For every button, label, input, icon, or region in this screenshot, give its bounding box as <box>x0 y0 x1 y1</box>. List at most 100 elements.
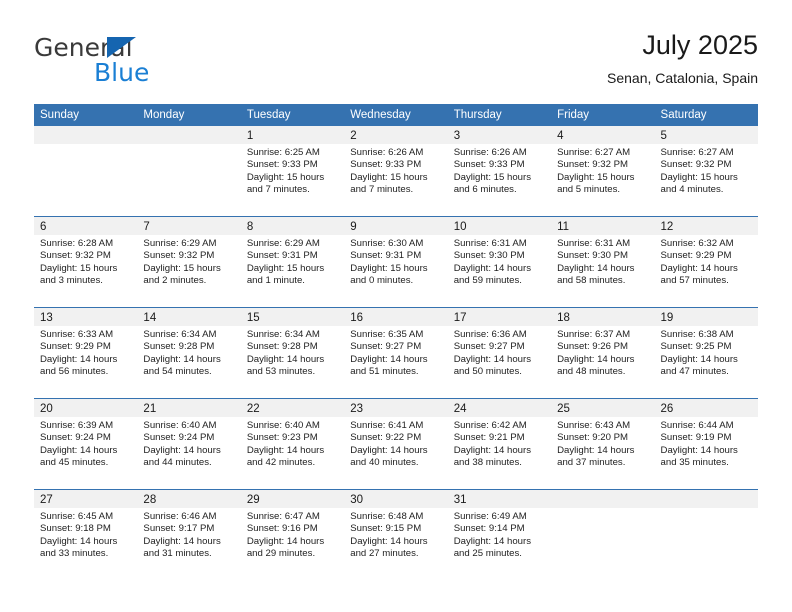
daylight-text-line1: Daylight: 14 hours <box>453 535 532 547</box>
day-number: 19 <box>660 312 674 324</box>
day-sun-info: Sunrise: 6:44 AM Sunset: 9:19 PM Daylight:… <box>655 417 758 470</box>
weekday-header-monday: Monday <box>143 109 185 121</box>
calendar-day-cell[interactable]: 20 Sunrise: 6:39 AM Sunset: 9:24 PM Dayligh… <box>34 399 138 489</box>
day-number-band: 20 <box>34 399 138 417</box>
daylight-text-line2: and 6 minutes. <box>453 184 517 196</box>
weekday-header-wednesday: Wednesday <box>350 109 411 121</box>
day-number: 3 <box>453 130 461 142</box>
calendar-day-cell[interactable]: 12 Sunrise: 6:32 AM Sunset: 9:29 PM Dayligh… <box>654 217 758 307</box>
daylight-text-line1: Daylight: 15 hours <box>453 171 532 183</box>
day-number-band: 3 <box>447 126 552 144</box>
calendar-day-cell[interactable]: 19 Sunrise: 6:38 AM Sunset: 9:25 PM Dayligh… <box>654 308 758 398</box>
weekday-header-thursday: Thursday <box>453 109 502 121</box>
calendar-day-cell[interactable]: 27 Sunrise: 6:45 AM Sunset: 9:18 PM Dayligh… <box>34 490 138 580</box>
daylight-text-line1: Daylight: 15 hours <box>246 262 325 274</box>
sunrise-text: Sunrise: 6:43 AM <box>557 420 631 431</box>
sunset-text: Sunset: 9:19 PM <box>660 432 732 444</box>
day-number-band: 30 <box>344 490 448 508</box>
calendar-day-cell[interactable]: 14 Sunrise: 6:34 AM Sunset: 9:28 PM Dayligh… <box>137 308 241 398</box>
calendar-day-cell[interactable]: 9 Sunrise: 6:30 AM Sunset: 9:31 PM Daylight… <box>344 217 448 307</box>
calendar-day-cell[interactable]: 8 Sunrise: 6:29 AM Sunset: 9:31 PM Daylight… <box>240 217 345 307</box>
calendar-page: General Blue July 2025 Senan, Catalonia,… <box>0 0 792 612</box>
sunset-text: Sunset: 9:22 PM <box>350 432 422 444</box>
sunrise-text: Sunrise: 6:46 AM <box>143 511 217 522</box>
day-number-band: 1 <box>240 126 345 144</box>
title-block: July 2025 Senan, Catalonia, Spain <box>607 28 758 88</box>
day-number: 1 <box>246 130 254 142</box>
daylight-text-line1: Daylight: 14 hours <box>40 444 118 456</box>
sunset-text: Sunset: 9:32 PM <box>40 250 111 262</box>
day-number-band: 15 <box>240 308 345 326</box>
calendar-day-cell[interactable]: 23 Sunrise: 6:41 AM Sunset: 9:22 PM Dayligh… <box>344 399 448 489</box>
calendar-day-cell[interactable]: 28 Sunrise: 6:46 AM Sunset: 9:17 PM Dayligh… <box>137 490 241 580</box>
calendar-day-cell[interactable]: 30 Sunrise: 6:48 AM Sunset: 9:15 PM Dayligh… <box>344 490 448 580</box>
calendar-day-cell[interactable]: 15 Sunrise: 6:34 AM Sunset: 9:28 PM Dayligh… <box>240 308 345 398</box>
day-number: 8 <box>246 221 254 233</box>
calendar-day-cell[interactable]: 31 Sunrise: 6:49 AM Sunset: 9:14 PM Dayligh… <box>447 490 552 580</box>
calendar-day-cell[interactable]: 6 Sunrise: 6:28 AM Sunset: 9:32 PM Daylight… <box>34 217 138 307</box>
calendar-day-cell-empty <box>137 126 241 216</box>
day-number-band: 12 <box>654 217 758 235</box>
daylight-text-line1: Daylight: 14 hours <box>143 353 221 365</box>
calendar-day-cell[interactable]: 21 Sunrise: 6:40 AM Sunset: 9:24 PM Dayligh… <box>137 399 241 489</box>
daylight-text-line2: and 33 minutes. <box>40 548 109 560</box>
calendar-day-cell[interactable]: 17 Sunrise: 6:36 AM Sunset: 9:27 PM Dayligh… <box>447 308 552 398</box>
sunset-text: Sunset: 9:30 PM <box>557 250 629 262</box>
day-sun-info: Sunrise: 6:29 AM Sunset: 9:31 PM Daylight:… <box>241 235 344 288</box>
sunrise-text: Sunrise: 6:48 AM <box>350 511 424 522</box>
calendar-day-cell[interactable]: 18 Sunrise: 6:37 AM Sunset: 9:26 PM Dayligh… <box>551 308 655 398</box>
day-sun-info: Sunrise: 6:31 AM Sunset: 9:30 PM Daylight:… <box>551 235 654 288</box>
calendar-day-cell[interactable]: 1 Sunrise: 6:25 AM Sunset: 9:33 PM Daylight… <box>240 126 345 216</box>
daylight-text-line2: and 35 minutes. <box>660 457 729 469</box>
day-sun-info: Sunrise: 6:31 AM Sunset: 9:30 PM Daylight:… <box>448 235 551 288</box>
sunrise-text: Sunrise: 6:32 AM <box>660 238 734 249</box>
calendar-week-row: 1 Sunrise: 6:25 AM Sunset: 9:33 PM Daylight… <box>34 126 758 216</box>
day-sun-info: Sunrise: 6:46 AM Sunset: 9:17 PM Daylight:… <box>137 508 240 561</box>
day-number-band: 26 <box>654 399 758 417</box>
sunset-text: Sunset: 9:32 PM <box>557 159 629 171</box>
calendar-day-cell[interactable]: 16 Sunrise: 6:35 AM Sunset: 9:27 PM Dayligh… <box>344 308 448 398</box>
day-number: 29 <box>246 494 260 506</box>
sunset-text: Sunset: 9:32 PM <box>660 159 732 171</box>
daylight-text-line1: Daylight: 14 hours <box>453 444 532 456</box>
daylight-text-line2: and 7 minutes. <box>350 184 414 196</box>
daylight-text-line2: and 56 minutes. <box>40 366 109 378</box>
calendar-day-cell[interactable]: 10 Sunrise: 6:31 AM Sunset: 9:30 PM Dayligh… <box>447 217 552 307</box>
sunset-text: Sunset: 9:24 PM <box>143 432 215 444</box>
day-number-band <box>137 126 241 144</box>
day-number: 9 <box>350 221 357 233</box>
day-number: 4 <box>557 130 564 142</box>
sunrise-text: Sunrise: 6:27 AM <box>557 147 631 158</box>
calendar-week-row: 6 Sunrise: 6:28 AM Sunset: 9:32 PM Daylight… <box>34 216 758 307</box>
calendar-day-cell[interactable]: 5 Sunrise: 6:27 AM Sunset: 9:32 PM Daylight… <box>654 126 758 216</box>
calendar-day-cell[interactable]: 7 Sunrise: 6:29 AM Sunset: 9:32 PM Daylight… <box>137 217 241 307</box>
calendar-day-cell[interactable]: 24 Sunrise: 6:42 AM Sunset: 9:21 PM Dayligh… <box>447 399 552 489</box>
sunrise-text: Sunrise: 6:38 AM <box>660 329 734 340</box>
day-sun-info: Sunrise: 6:38 AM Sunset: 9:25 PM Daylight:… <box>655 326 758 379</box>
calendar-day-cell[interactable]: 3 Sunrise: 6:26 AM Sunset: 9:33 PM Daylight… <box>447 126 552 216</box>
daylight-text-line1: Daylight: 14 hours <box>660 444 738 456</box>
daylight-text-line2: and 3 minutes. <box>40 275 103 287</box>
sunset-text: Sunset: 9:17 PM <box>143 523 215 535</box>
daylight-text-line1: Daylight: 14 hours <box>453 353 532 365</box>
daylight-text-line2: and 4 minutes. <box>660 184 724 196</box>
calendar-day-cell[interactable]: 25 Sunrise: 6:43 AM Sunset: 9:20 PM Dayligh… <box>551 399 655 489</box>
daylight-text-line2: and 47 minutes. <box>660 366 729 378</box>
sunrise-text: Sunrise: 6:31 AM <box>453 238 527 249</box>
calendar-day-cell[interactable]: 29 Sunrise: 6:47 AM Sunset: 9:16 PM Dayligh… <box>240 490 345 580</box>
daylight-text-line2: and 27 minutes. <box>350 548 419 560</box>
sunrise-text: Sunrise: 6:44 AM <box>660 420 734 431</box>
daylight-text-line1: Daylight: 14 hours <box>40 353 118 365</box>
calendar-day-cell[interactable]: 11 Sunrise: 6:31 AM Sunset: 9:30 PM Dayligh… <box>551 217 655 307</box>
calendar-day-cell[interactable]: 22 Sunrise: 6:40 AM Sunset: 9:23 PM Dayligh… <box>240 399 345 489</box>
page-subtitle: Senan, Catalonia, Spain <box>607 70 758 86</box>
sunset-text: Sunset: 9:33 PM <box>350 159 422 171</box>
day-number-band: 4 <box>551 126 655 144</box>
sunset-text: Sunset: 9:21 PM <box>453 432 525 444</box>
calendar-day-cell[interactable]: 2 Sunrise: 6:26 AM Sunset: 9:33 PM Daylight… <box>344 126 448 216</box>
day-number-band: 14 <box>137 308 241 326</box>
calendar-day-cell[interactable]: 4 Sunrise: 6:27 AM Sunset: 9:32 PM Daylight… <box>551 126 655 216</box>
calendar-day-cell[interactable]: 13 Sunrise: 6:33 AM Sunset: 9:29 PM Dayligh… <box>34 308 138 398</box>
sunrise-text: Sunrise: 6:25 AM <box>246 147 320 158</box>
calendar-day-cell[interactable]: 26 Sunrise: 6:44 AM Sunset: 9:19 PM Dayligh… <box>654 399 758 489</box>
